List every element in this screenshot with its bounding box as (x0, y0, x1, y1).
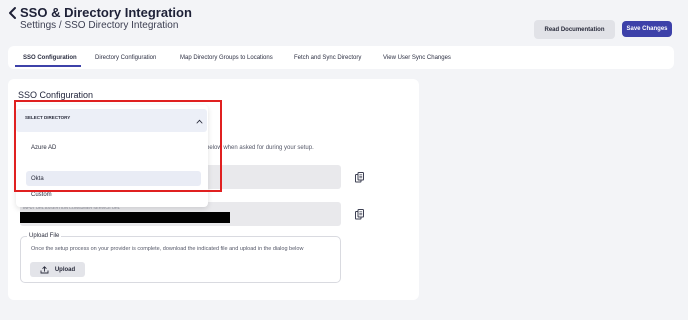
page-title: SSO & Directory Integration (20, 5, 192, 20)
upload-file-description: Once the setup process on your provider … (31, 246, 304, 252)
redacted-value (20, 212, 230, 223)
active-tab-indicator (15, 65, 81, 67)
upload-tray-icon (40, 265, 49, 273)
tab-map-directory-groups[interactable]: Map Directory Groups to Locations (180, 46, 273, 69)
breadcrumb: Settings / SSO Directory Integration (20, 20, 179, 31)
tab-view-user-sync-changes[interactable]: View User Sync Changes (383, 46, 451, 69)
copy-icon[interactable] (355, 209, 364, 220)
save-changes-button[interactable]: Save Changes (622, 21, 672, 37)
tab-bar: SSO Configuration Directory Configuratio… (8, 46, 674, 69)
select-directory-label: SELECT DIRECTORY (25, 115, 71, 120)
card-title: SSO Configuration (18, 90, 94, 100)
setup-hint-text: below when asked for during your setup. (206, 145, 314, 151)
tab-directory-configuration[interactable]: Directory Configuration (95, 46, 156, 69)
dropdown-option-okta[interactable]: Okta (26, 171, 201, 186)
read-documentation-button[interactable]: Read Documentation (534, 20, 615, 39)
upload-button[interactable]: Upload (30, 262, 85, 277)
upload-button-label: Upload (54, 266, 76, 273)
select-directory-dropdown[interactable] (16, 109, 207, 132)
back-arrow-icon[interactable] (6, 6, 20, 20)
tab-fetch-and-sync[interactable]: Fetch and Sync Directory (294, 46, 361, 69)
dropdown-option-azure-ad[interactable]: Azure AD (26, 140, 201, 155)
copy-icon[interactable] (355, 172, 364, 183)
upload-file-title: Upload File (27, 233, 62, 239)
chevron-up-icon[interactable] (196, 119, 203, 124)
dropdown-option-custom[interactable]: Custom (26, 187, 201, 202)
